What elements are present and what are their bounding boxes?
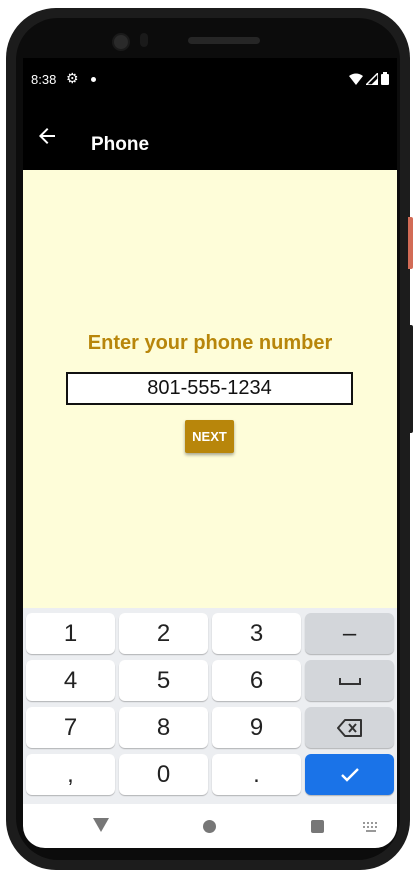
screen: 8:38 ⚙ Phone Enter your phone number NEX…: [23, 58, 397, 848]
nav-home-icon[interactable]: [203, 820, 216, 833]
key-period[interactable]: .: [212, 754, 301, 795]
key-done[interactable]: [305, 754, 394, 795]
wifi-icon: [349, 73, 363, 85]
back-button[interactable]: [35, 124, 59, 148]
front-camera: [112, 33, 130, 51]
keyboard-switch-icon[interactable]: [363, 822, 379, 832]
key-0[interactable]: 0: [119, 754, 208, 795]
settings-gear-icon: ⚙: [66, 70, 79, 86]
status-bar: 8:38 ⚙: [23, 58, 397, 102]
backspace-icon: [336, 718, 362, 737]
key-2[interactable]: 2: [119, 613, 208, 654]
key-7[interactable]: 7: [26, 707, 115, 748]
status-time: 8:38: [31, 72, 57, 87]
page-title: Phone: [91, 134, 150, 155]
key-6[interactable]: 6: [212, 660, 301, 701]
checkmark-icon: [340, 767, 359, 782]
camera-sensor: [140, 33, 148, 47]
numeric-keyboard: 1 2 3 – 4 5 6 7 8 9 , 0 .: [23, 608, 397, 804]
system-nav-bar: [23, 804, 397, 848]
arrow-left-icon: [39, 128, 55, 144]
key-space[interactable]: [305, 660, 394, 701]
key-3[interactable]: 3: [212, 613, 301, 654]
notification-dot-icon: [91, 77, 96, 82]
key-8[interactable]: 8: [119, 707, 208, 748]
phone-prompt: Enter your phone number: [87, 332, 333, 354]
next-button[interactable]: NEXT: [185, 420, 234, 453]
app-bar: Phone: [23, 102, 397, 170]
space-bar-icon: [338, 677, 361, 685]
key-1[interactable]: 1: [26, 613, 115, 654]
key-dash[interactable]: –: [305, 613, 394, 654]
battery-icon: [381, 72, 389, 85]
nav-recents-icon[interactable]: [311, 820, 324, 833]
key-delete[interactable]: [305, 707, 394, 748]
phone-input[interactable]: [66, 372, 353, 405]
power-button: [408, 217, 413, 269]
key-comma[interactable]: ,: [26, 754, 115, 795]
key-5[interactable]: 5: [119, 660, 208, 701]
volume-button: [408, 325, 413, 433]
key-9[interactable]: 9: [212, 707, 301, 748]
nav-back-icon[interactable]: [93, 818, 109, 832]
earpiece-speaker: [188, 37, 260, 44]
status-icons: [349, 72, 389, 85]
content-area: Enter your phone number NEXT: [23, 170, 397, 608]
signal-icon: [366, 72, 378, 85]
key-4[interactable]: 4: [26, 660, 115, 701]
